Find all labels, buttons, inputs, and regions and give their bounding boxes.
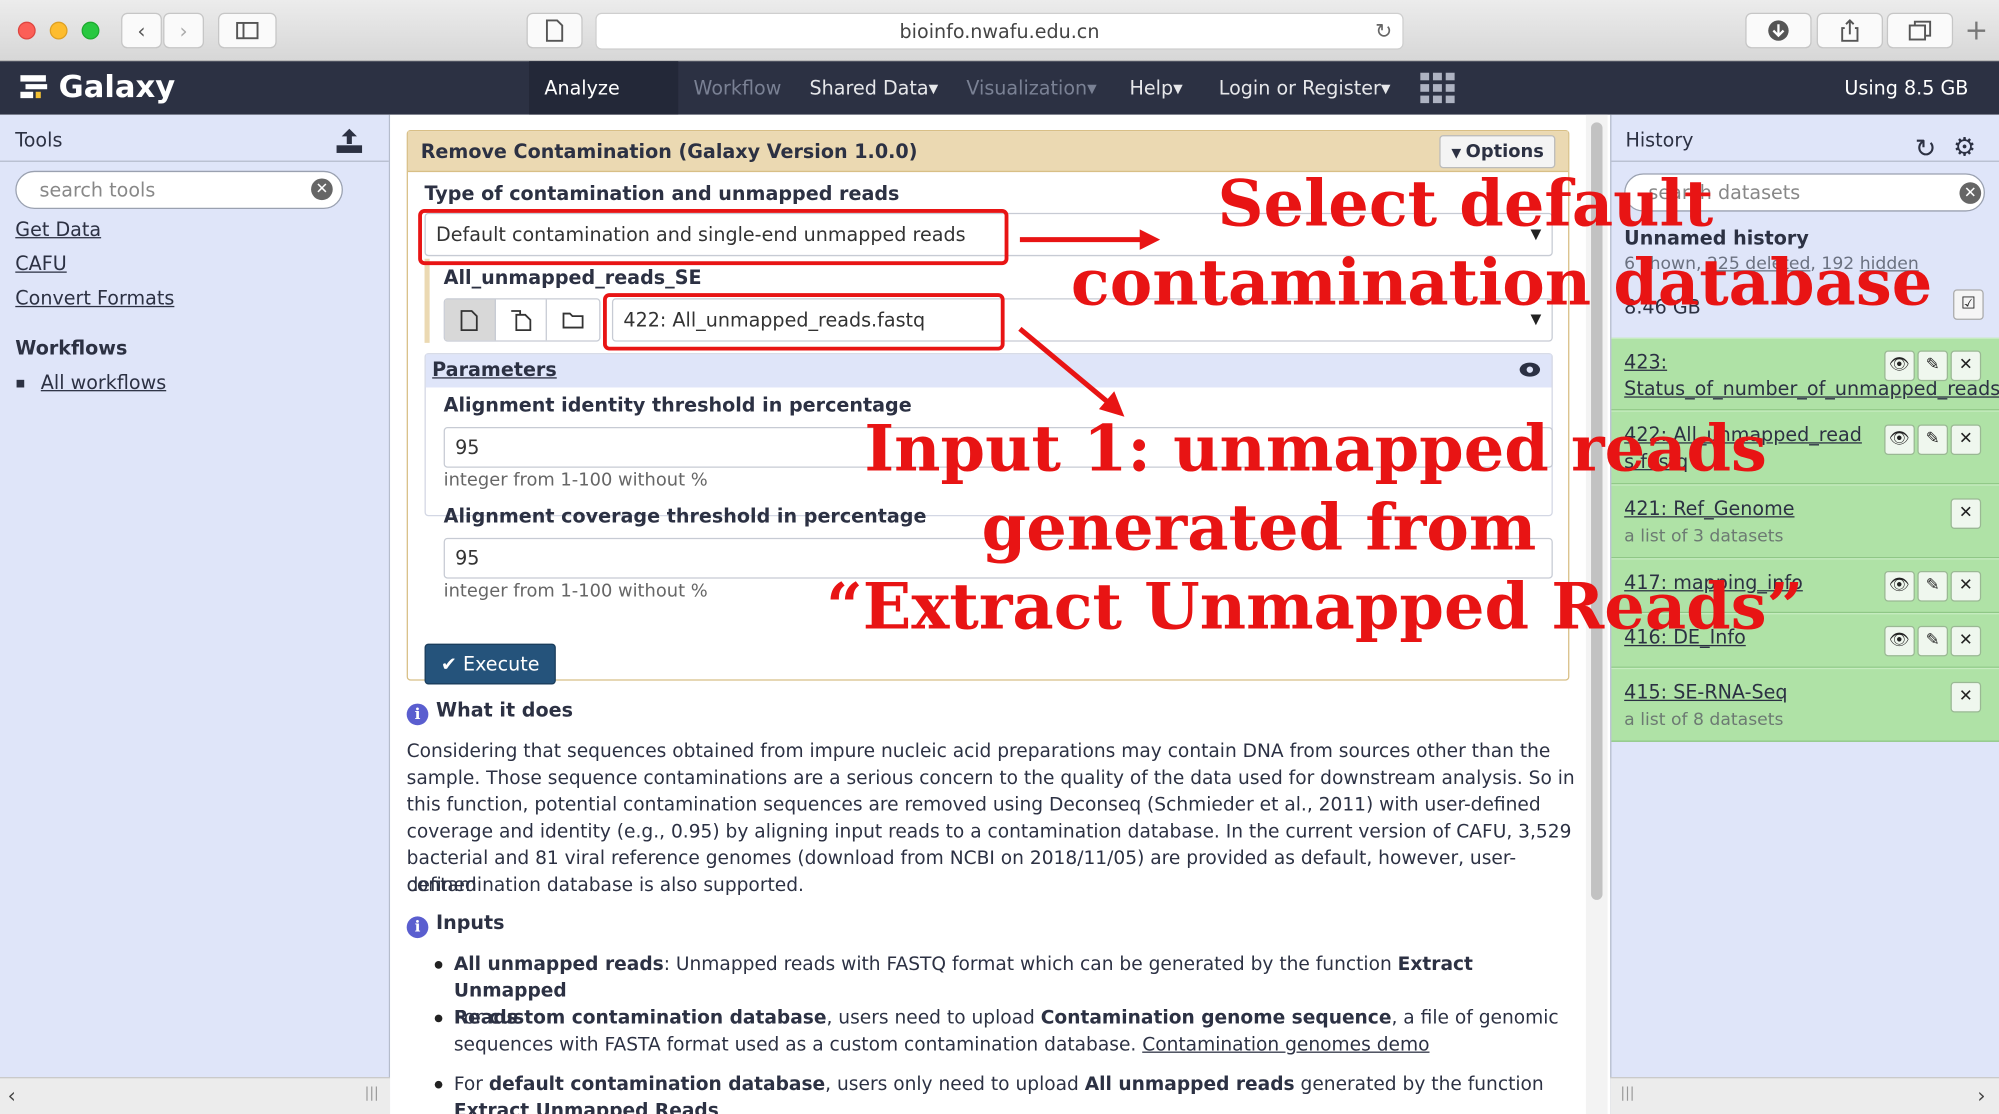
screenshot-stage: ‹ › bioinfo.nwafu.edu.cn ↻ + Galaxy Analy…: [0, 0, 1999, 1114]
annotation-contamination-db: contamination database: [1070, 244, 1933, 320]
annotation-input-1: Input 1: unmapped reads: [864, 410, 1767, 486]
annotation-extract-unmapped: “Extract Unmapped Reads”: [826, 568, 1804, 644]
annotation-select-default: Select default: [1217, 165, 1714, 241]
arrow-diagonal: [1018, 326, 1114, 408]
annotation-generated-from: generated from: [981, 489, 1537, 565]
